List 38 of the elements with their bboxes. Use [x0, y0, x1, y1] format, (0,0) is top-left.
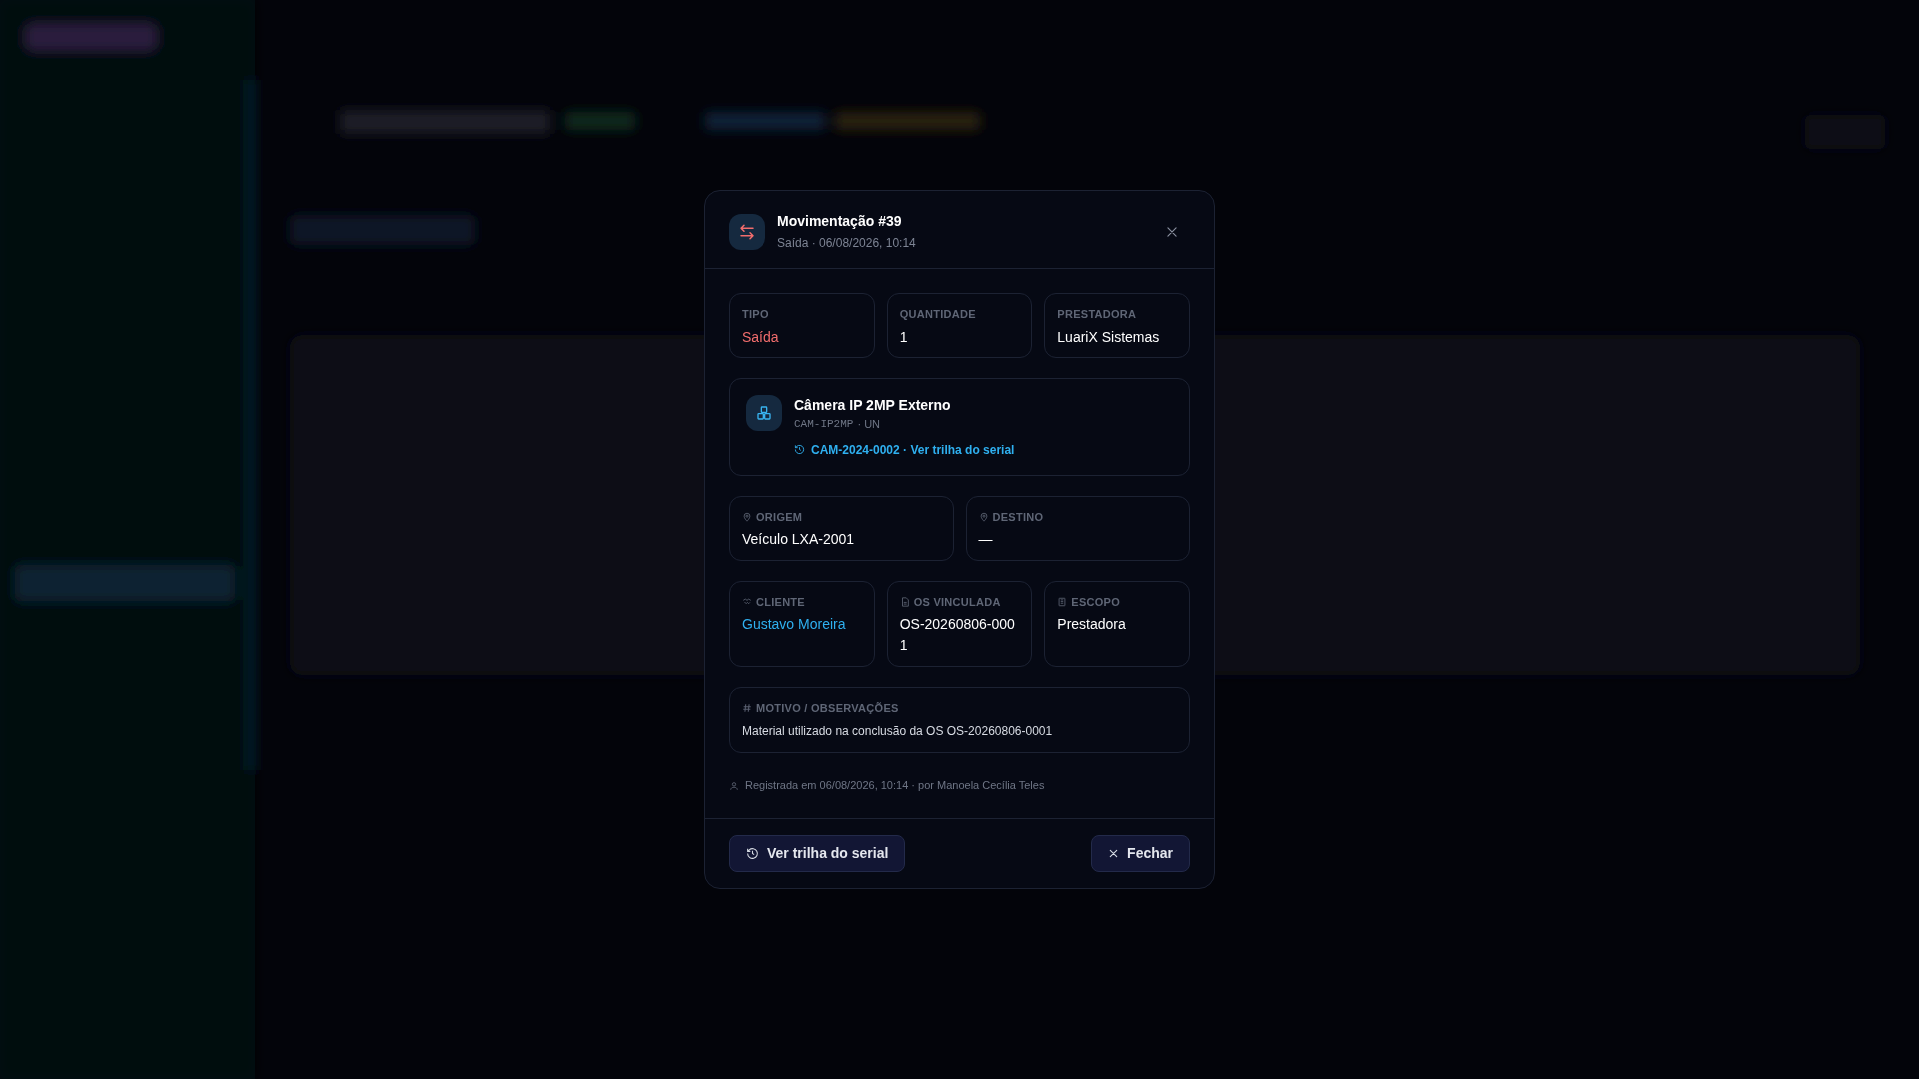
card-value: — — [978, 530, 994, 550]
card-value: Veículo LXA-2001 — [742, 530, 856, 550]
close-button[interactable]: Fechar — [1091, 834, 1190, 872]
document-icon — [899, 597, 910, 607]
card-value: Saída — [742, 327, 780, 347]
card-label: ORIGEM — [756, 509, 803, 525]
card-label: PRESTADORA — [1057, 307, 1137, 323]
product-unit: · UN — [857, 417, 881, 433]
card-label: QUANTIDADE — [899, 307, 976, 323]
card-label: TIPO — [742, 307, 769, 323]
client-link[interactable]: Gustavo Moreira — [742, 614, 862, 636]
card-label: OS VINCULADA — [913, 594, 1001, 610]
card-value: 1 — [899, 327, 909, 347]
card-value: OS-20260806-0001 — [899, 615, 1016, 656]
history-icon — [794, 444, 805, 456]
hash-icon — [742, 703, 752, 713]
notes-label: MOTIVO / OBSERVAÇÕES — [756, 700, 899, 716]
serial-trail-link[interactable]: CAM-2024-0002 · Ver trilha do serial — [794, 440, 1015, 459]
dialog-subtitle: Saída · 06/08/2026, 10:14 — [777, 235, 917, 253]
pin-icon — [742, 512, 752, 522]
card-label: ESCOPO — [1071, 594, 1121, 610]
user-icon — [729, 780, 739, 791]
card-value: Prestadora — [1057, 615, 1127, 635]
notes-text: Material utilizado na conclusão da OS OS-20260806-0001 — [742, 723, 1054, 741]
close-icon — [1108, 847, 1120, 859]
card-label: CLIENTE — [756, 594, 805, 610]
product-name: Câmera IP 2MP Externo — [794, 396, 952, 416]
card-value: LuariX Sistemas — [1057, 327, 1161, 347]
history-icon — [746, 846, 759, 860]
dialog-title: Movimentação #39 — [777, 212, 903, 232]
product-code: CAM-IP2MP — [794, 417, 854, 433]
registered-by-text: Registrada em 06/08/2026, 10:14 · por Manoela Cecília Teles — [745, 778, 1045, 794]
pin-icon — [978, 512, 989, 522]
serial-trail-button[interactable]: Ver trilha do serial — [729, 834, 906, 872]
building-icon — [1057, 597, 1068, 607]
cubes-icon — [746, 395, 782, 432]
transfer-icon — [729, 213, 765, 250]
card-label: DESTINO — [992, 509, 1044, 525]
